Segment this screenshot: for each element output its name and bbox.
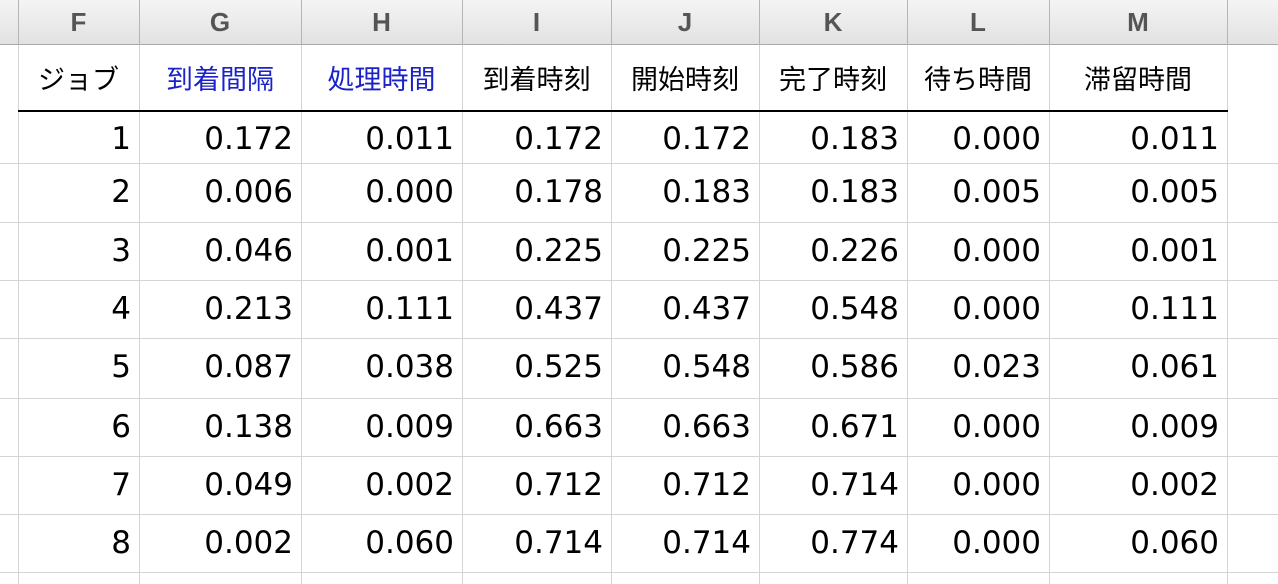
table-cell[interactable]: 0.111 <box>1049 280 1227 338</box>
header-cell-k[interactable]: 完了時刻 <box>759 45 907 110</box>
table-cell[interactable]: 0.437 <box>611 280 759 338</box>
table-cell[interactable]: 0.046 <box>139 222 301 280</box>
table-cell[interactable]: 0.006 <box>139 163 301 221</box>
table-cell[interactable]: 0.002 <box>1049 456 1227 514</box>
table-cell[interactable]: 0.000 <box>907 398 1049 456</box>
table-cell[interactable]: 0.183 <box>759 110 907 168</box>
table-cell[interactable]: 0.712 <box>462 456 611 514</box>
table-cell[interactable]: 5 <box>18 338 139 396</box>
table-cell[interactable]: 6 <box>18 398 139 456</box>
table-cell[interactable]: 0.172 <box>139 110 301 168</box>
header-cell-h[interactable]: 処理時間 <box>301 45 462 110</box>
table-cell[interactable]: 0.002 <box>139 514 301 572</box>
table-cell[interactable]: 0.060 <box>1049 514 1227 572</box>
table-cell[interactable]: 0.049 <box>139 456 301 514</box>
column-header-g[interactable]: G <box>139 0 301 45</box>
spreadsheet-grid: F G H I J K L M ジョブ 到着間隔 処理時間 到着時刻 開始時刻 完了時刻 待ち時間 滞留時間 1… <box>0 0 1278 584</box>
column-header-l[interactable]: L <box>907 0 1049 45</box>
table-cell[interactable]: 0.005 <box>907 163 1049 221</box>
column-header-f[interactable]: F <box>18 0 139 45</box>
table-cell[interactable]: 0.061 <box>1049 338 1227 396</box>
table-cell[interactable]: 0.001 <box>1049 222 1227 280</box>
table-cell[interactable]: 0.712 <box>611 456 759 514</box>
table-cell[interactable]: 0.138 <box>139 398 301 456</box>
header-cell-i[interactable]: 到着時刻 <box>462 45 611 110</box>
table-cell[interactable]: 0.525 <box>462 338 611 396</box>
table-cell[interactable]: 0.000 <box>301 163 462 221</box>
table-cell[interactable]: 0.011 <box>301 110 462 168</box>
table-cell[interactable]: 0.001 <box>301 222 462 280</box>
table-cell[interactable]: 0.548 <box>759 280 907 338</box>
table-cell[interactable]: 1 <box>18 110 139 168</box>
table-cell[interactable]: 7 <box>18 456 139 514</box>
table-cell[interactable]: 0.178 <box>462 163 611 221</box>
table-cell[interactable]: 0.663 <box>611 398 759 456</box>
table-cell[interactable]: 2 <box>18 163 139 221</box>
table-cell[interactable]: 0.714 <box>462 514 611 572</box>
table-cell[interactable]: 0.714 <box>759 456 907 514</box>
table-cell[interactable]: 0.005 <box>1049 163 1227 221</box>
header-divider <box>301 0 302 45</box>
table-cell[interactable]: 0.111 <box>301 280 462 338</box>
table-cell[interactable]: 0.009 <box>301 398 462 456</box>
table-cell[interactable]: 0.671 <box>759 398 907 456</box>
header-cell-m[interactable]: 滞留時間 <box>1049 45 1227 110</box>
header-divider <box>1049 0 1050 45</box>
table-cell[interactable]: 0.009 <box>1049 398 1227 456</box>
table-cell[interactable]: 0.087 <box>139 338 301 396</box>
column-header-i[interactable]: I <box>462 0 611 45</box>
column-header-m[interactable]: M <box>1049 0 1227 45</box>
header-divider <box>759 0 760 45</box>
table-cell[interactable]: 0.023 <box>907 338 1049 396</box>
table-cell[interactable]: 0.183 <box>759 163 907 221</box>
table-cell[interactable]: 0.172 <box>462 110 611 168</box>
table-cell[interactable]: 0.548 <box>611 338 759 396</box>
table-cell[interactable]: 0.774 <box>759 514 907 572</box>
table-cell[interactable]: 0.000 <box>907 222 1049 280</box>
header-cell-g[interactable]: 到着間隔 <box>139 45 301 110</box>
table-cell[interactable]: 0.714 <box>611 514 759 572</box>
header-divider <box>611 0 612 45</box>
table-cell[interactable]: 0.226 <box>759 222 907 280</box>
header-divider <box>139 0 140 45</box>
header-divider <box>1227 0 1228 45</box>
table-cell[interactable]: 0.586 <box>759 338 907 396</box>
table-cell[interactable]: 0.213 <box>139 280 301 338</box>
header-cell-l[interactable]: 待ち時間 <box>907 45 1049 110</box>
column-header-corner[interactable] <box>0 0 18 45</box>
table-cell[interactable]: 0.183 <box>611 163 759 221</box>
header-cell-j[interactable]: 開始時刻 <box>611 45 759 110</box>
header-divider <box>462 0 463 45</box>
header-divider <box>907 0 908 45</box>
column-header-filler <box>1227 0 1278 45</box>
table-cell[interactable]: 0.000 <box>907 110 1049 168</box>
table-cell[interactable]: 0.060 <box>301 514 462 572</box>
header-cell-f[interactable]: ジョブ <box>18 45 139 110</box>
grid-vline <box>1227 0 1228 584</box>
table-cell[interactable]: 0.000 <box>907 514 1049 572</box>
table-cell[interactable]: 4 <box>18 280 139 338</box>
header-divider <box>18 0 19 45</box>
table-cell[interactable]: 0.225 <box>462 222 611 280</box>
table-cell[interactable]: 0.172 <box>611 110 759 168</box>
table-cell[interactable]: 3 <box>18 222 139 280</box>
column-header-k[interactable]: K <box>759 0 907 45</box>
table-cell[interactable]: 0.000 <box>907 280 1049 338</box>
table-cell[interactable]: 0.437 <box>462 280 611 338</box>
table-cell[interactable]: 0.038 <box>301 338 462 396</box>
grid-hline <box>0 572 1278 573</box>
table-cell[interactable]: 0.011 <box>1049 110 1227 168</box>
column-header-j[interactable]: J <box>611 0 759 45</box>
table-cell[interactable]: 8 <box>18 514 139 572</box>
table-cell[interactable]: 0.225 <box>611 222 759 280</box>
column-header-h[interactable]: H <box>301 0 462 45</box>
table-cell[interactable]: 0.663 <box>462 398 611 456</box>
table-cell[interactable]: 0.000 <box>907 456 1049 514</box>
table-cell[interactable]: 0.002 <box>301 456 462 514</box>
